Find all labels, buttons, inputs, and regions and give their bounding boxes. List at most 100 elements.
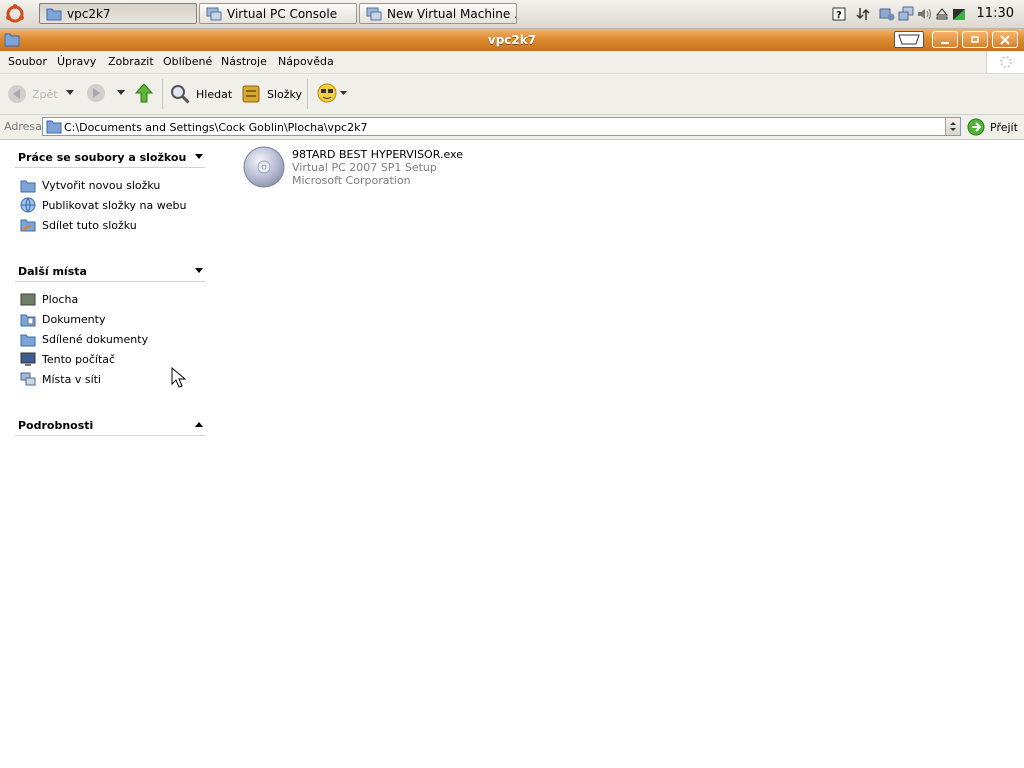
back-button[interactable]: Zpět bbox=[6, 82, 58, 106]
folders-icon bbox=[242, 85, 260, 103]
taskbar-item-new-virtual-machine[interactable]: New Virtual Machine ... bbox=[359, 3, 517, 24]
close-button[interactable] bbox=[992, 31, 1018, 48]
go-label: Přejít bbox=[990, 120, 1018, 134]
task-share-folder[interactable]: Sdílet tuto složku bbox=[20, 217, 137, 233]
menu-oblibene[interactable]: Oblíbené bbox=[163, 55, 212, 68]
place-label: Tento počítač bbox=[42, 352, 116, 366]
menu-soubor[interactable]: Soubor bbox=[8, 55, 47, 68]
up-folder-icon[interactable] bbox=[133, 82, 155, 104]
desktop-icon bbox=[20, 293, 36, 305]
network-arrows-icon[interactable] bbox=[856, 6, 870, 22]
views-smiley-icon[interactable] bbox=[316, 82, 338, 104]
menu-napoveda[interactable]: Nápověda bbox=[278, 55, 334, 68]
update-icon[interactable] bbox=[879, 6, 895, 22]
back-label: Zpět bbox=[32, 87, 58, 101]
task-label: Sdílet tuto složku bbox=[42, 218, 137, 232]
window-menu-button[interactable] bbox=[894, 31, 924, 48]
task-pane: Práce se soubory a složkou Vytvořit novo… bbox=[0, 140, 230, 768]
eject-icon[interactable] bbox=[935, 6, 949, 22]
file-description: Virtual PC 2007 SP1 Setup bbox=[292, 161, 437, 174]
toolbar: Zpět Hledat Složky bbox=[0, 74, 1024, 115]
new-folder-icon bbox=[20, 180, 36, 192]
views-dropdown-icon[interactable] bbox=[340, 91, 347, 96]
maximize-button[interactable] bbox=[962, 31, 988, 48]
place-my-computer[interactable]: Tento počítač bbox=[20, 351, 115, 367]
collapse-arrow-icon[interactable] bbox=[195, 268, 203, 273]
forward-arrow-icon[interactable] bbox=[85, 82, 107, 104]
documents-folder-icon bbox=[20, 314, 36, 326]
file-company: Microsoft Corporation bbox=[292, 174, 411, 187]
network-places-icon bbox=[20, 372, 36, 385]
folder-icon bbox=[46, 8, 62, 20]
folder-icon bbox=[46, 120, 62, 134]
help-icon[interactable]: ? bbox=[832, 6, 846, 22]
ubuntu-menu-icon[interactable] bbox=[5, 4, 25, 24]
go-button[interactable]: Přejít bbox=[967, 117, 1018, 137]
menu-nastroje[interactable]: Nástroje bbox=[221, 55, 267, 68]
forward-dropdown-icon[interactable] bbox=[117, 90, 125, 96]
place-shared-documents[interactable]: Sdílené dokumenty bbox=[20, 331, 148, 347]
volume-icon[interactable] bbox=[917, 6, 931, 22]
place-documents[interactable]: Dokumenty bbox=[20, 311, 105, 327]
place-network[interactable]: Místa v síti bbox=[20, 371, 101, 387]
cd-installer-icon bbox=[243, 146, 285, 188]
address-dropdown-button[interactable] bbox=[945, 118, 960, 135]
svg-text:?: ? bbox=[836, 10, 842, 21]
place-desktop[interactable]: Plocha bbox=[20, 291, 78, 307]
top-panel: vpc2k7 Virtual PC Console New Virtual Ma… bbox=[0, 0, 1024, 29]
menu-bar: Soubor Úpravy Zobrazit Oblíbené Nástroje… bbox=[0, 51, 1024, 74]
other-places-title[interactable]: Další místa bbox=[18, 265, 87, 278]
taskbar-item-vpc2k7[interactable]: vpc2k7 bbox=[39, 3, 197, 24]
section-divider bbox=[15, 435, 205, 436]
details-title[interactable]: Podrobnosti bbox=[18, 419, 93, 432]
search-icon bbox=[171, 85, 190, 104]
throbber-icon bbox=[1000, 56, 1012, 68]
task-label: Publikovat složky na webu bbox=[42, 198, 187, 212]
section-divider bbox=[15, 281, 205, 282]
task-new-folder[interactable]: Vytvořit novou složku bbox=[20, 177, 160, 193]
place-label: Dokumenty bbox=[42, 312, 106, 326]
collapse-arrow-icon[interactable] bbox=[195, 154, 203, 159]
menu-zobrazit[interactable]: Zobrazit bbox=[108, 55, 154, 68]
shared-folder-icon bbox=[20, 334, 36, 346]
taskbar-item-virtual-pc-console[interactable]: Virtual PC Console bbox=[199, 3, 357, 24]
address-field[interactable]: C:\Documents and Settings\Cock Goblin\Pl… bbox=[42, 117, 961, 136]
taskbar-item-label: New Virtual Machine ... bbox=[387, 6, 517, 21]
address-bar: Adresa C:\Documents and Settings\Cock Go… bbox=[0, 115, 1024, 140]
window-titlebar[interactable]: vpc2k7 bbox=[0, 29, 1024, 51]
mouse-cursor-icon bbox=[171, 367, 187, 388]
window-menu-icon bbox=[898, 34, 920, 45]
taskbar-item-label: vpc2k7 bbox=[67, 6, 111, 21]
maximize-icon bbox=[971, 35, 979, 43]
address-path: C:\Documents and Settings\Cock Goblin\Pl… bbox=[64, 121, 368, 134]
network-icon[interactable] bbox=[898, 6, 914, 22]
minimize-icon bbox=[941, 41, 949, 44]
search-button[interactable]: Hledat bbox=[169, 82, 232, 106]
window-title: vpc2k7 bbox=[487, 33, 537, 47]
task-label: Vytvořit novou složku bbox=[42, 178, 161, 192]
clock[interactable]: 11:30 bbox=[977, 6, 1014, 21]
file-name: 98TARD BEST HYPERVISOR.exe bbox=[292, 148, 463, 161]
search-label: Hledat bbox=[196, 87, 233, 101]
virtual-pc-icon bbox=[206, 7, 222, 20]
taskbar-item-label: Virtual PC Console bbox=[227, 6, 338, 21]
place-label: Plocha bbox=[42, 292, 79, 306]
back-arrow-icon bbox=[8, 85, 26, 103]
task-publish-web[interactable]: Publikovat složky na webu bbox=[20, 197, 186, 213]
updown-arrows-icon bbox=[950, 122, 956, 131]
back-dropdown-icon[interactable] bbox=[66, 90, 74, 96]
throbber bbox=[986, 51, 1024, 73]
close-icon bbox=[1000, 34, 1010, 45]
place-label: Místa v síti bbox=[42, 372, 101, 386]
section-divider bbox=[15, 167, 205, 168]
address-label: Adresa bbox=[4, 120, 42, 133]
battery-icon[interactable] bbox=[952, 6, 966, 22]
folders-button[interactable]: Složky bbox=[241, 82, 302, 106]
toolbar-separator bbox=[307, 79, 308, 109]
file-tasks-title[interactable]: Práce se soubory a složkou bbox=[18, 151, 186, 164]
minimize-button[interactable] bbox=[932, 31, 958, 48]
expand-arrow-icon[interactable] bbox=[195, 422, 203, 427]
virtual-pc-icon bbox=[366, 7, 382, 20]
menu-upravy[interactable]: Úpravy bbox=[57, 55, 96, 68]
toolbar-separator bbox=[162, 79, 163, 109]
